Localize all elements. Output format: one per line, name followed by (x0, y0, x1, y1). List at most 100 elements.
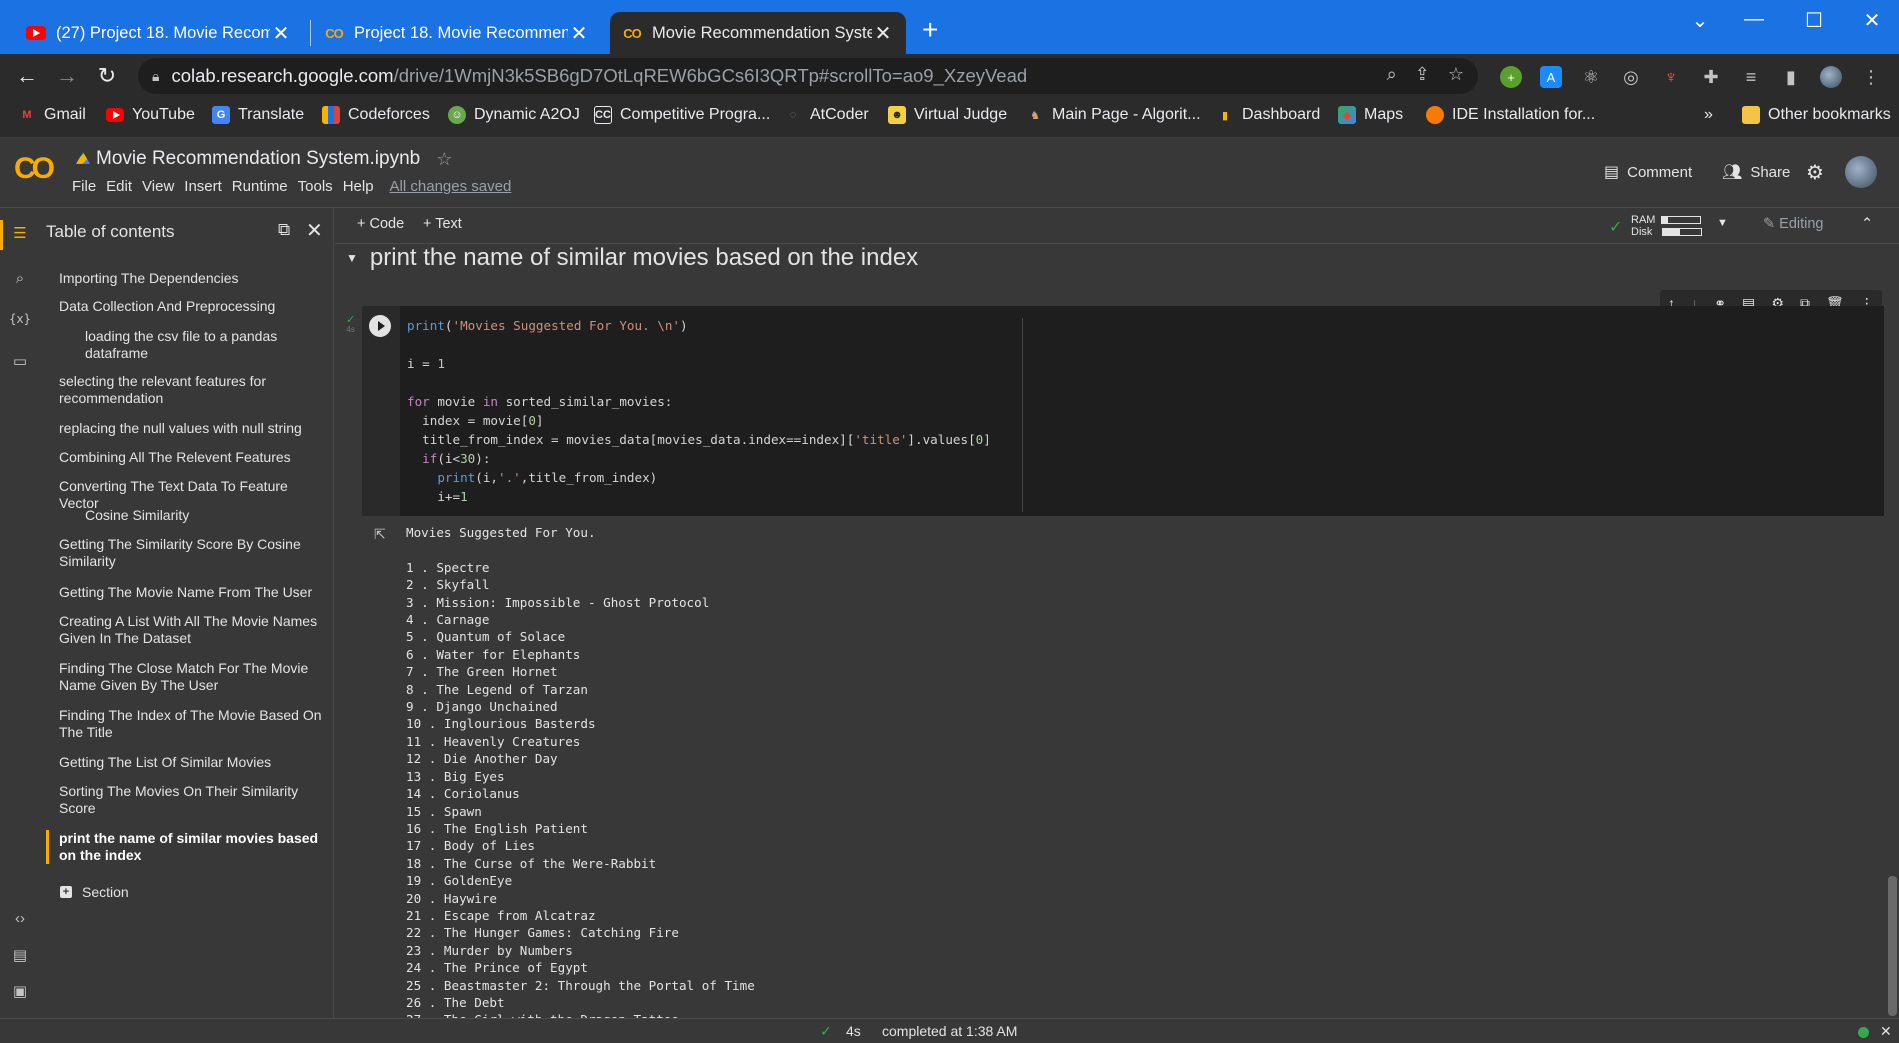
side-panel-icon[interactable]: ▮ (1780, 66, 1802, 88)
resources-dropdown-icon[interactable]: ▼ (1717, 217, 1728, 229)
forward-icon[interactable]: → (54, 63, 80, 89)
settings-gear-icon[interactable]: ⚙ (1806, 160, 1824, 185)
status-completed[interactable]: completed at 1:38 AM (882, 1023, 1017, 1039)
toc-item[interactable]: Cosine Similarity (59, 507, 309, 524)
code-snippets-icon[interactable]: ‹› (8, 910, 32, 927)
add-code-cell-button[interactable]: + Code (357, 216, 404, 232)
minimize-icon[interactable]: — (1734, 8, 1774, 31)
table-of-contents-icon[interactable]: ☰ (8, 224, 32, 242)
close-status-icon[interactable]: ✕ (1880, 1023, 1892, 1040)
zoom-search-icon[interactable]: ⌕ (1387, 64, 1397, 85)
menu-runtime[interactable]: Runtime (232, 178, 296, 195)
other-bookmarks-folder[interactable]: Other bookmarks (1742, 106, 1891, 124)
toc-item[interactable]: Importing The Dependencies (59, 270, 331, 287)
close-tab-icon[interactable]: ✕ (872, 21, 894, 46)
add-section-button[interactable]: + Section (60, 884, 129, 900)
bookmark-star-icon[interactable]: ☆ (1448, 64, 1464, 85)
bookmark-virtual-judge[interactable]: ☻ Virtual Judge (888, 106, 1007, 124)
menu-help[interactable]: Help (343, 178, 382, 195)
bookmark-youtube[interactable]: YouTube (106, 106, 195, 124)
address-bar[interactable]: 🔒︎ colab.research.google.com/drive/1WmjN… (138, 58, 1478, 94)
collapse-section-caret-icon[interactable]: ▼ (346, 251, 358, 265)
files-folder-icon[interactable]: ▭ (8, 352, 32, 370)
close-tab-icon[interactable]: ✕ (270, 21, 292, 46)
browser-tab-colab-1[interactable]: CO Project 18. Movie Recommendatio ✕ (312, 12, 602, 54)
tab-search-chevron-icon[interactable]: ⌄ (1680, 8, 1720, 33)
add-text-cell-button[interactable]: + Text (423, 216, 462, 232)
code-cell[interactable]: print('Movies Suggested For You. \n') i … (362, 306, 1884, 516)
browser-tab-colab-active[interactable]: CO Movie Recommendation System.i ✕ (610, 12, 906, 54)
share-page-icon[interactable]: ⇪ (1415, 64, 1430, 85)
toc-item[interactable]: replacing the null values with null stri… (59, 420, 331, 437)
comment-button[interactable]: ▤ Comment (1604, 162, 1692, 182)
run-cell-play-icon[interactable] (369, 315, 391, 337)
reading-list-icon[interactable]: ≡ (1740, 66, 1762, 88)
account-avatar[interactable] (1845, 156, 1877, 188)
toc-item[interactable]: selecting the relevant features for reco… (59, 373, 331, 407)
search-icon[interactable]: ⌕ (8, 270, 32, 287)
close-window-icon[interactable]: ✕ (1852, 8, 1892, 33)
menu-insert[interactable]: Insert (184, 178, 230, 195)
menu-file[interactable]: File (72, 178, 104, 195)
notebook-toolbar: + Code + Text ✓ RAM Disk ▼ ✎ Editing ⌃ (335, 208, 1899, 244)
reload-icon[interactable]: ↻ (94, 63, 120, 89)
open-in-tab-icon[interactable]: ⧉ (278, 220, 290, 240)
extension-react-icon[interactable]: ⚛ (1580, 66, 1602, 88)
toc-item[interactable]: Sorting The Movies On Their Similarity S… (59, 783, 331, 817)
share-button[interactable]: 👥︎ Share (1722, 162, 1790, 182)
new-tab-icon[interactable]: + (922, 14, 938, 46)
notebook-scrollbar[interactable] (1886, 244, 1899, 1018)
command-palette-icon[interactable]: ▤ (8, 946, 32, 964)
bookmark-translate[interactable]: G Translate (212, 106, 304, 124)
back-icon[interactable]: ← (14, 63, 40, 89)
menu-tools[interactable]: Tools (298, 178, 341, 195)
star-icon[interactable]: ☆ (436, 149, 452, 170)
toc-item-current[interactable]: print the name of similar movies based o… (59, 830, 331, 864)
close-tab-icon[interactable]: ✕ (568, 21, 590, 46)
extensions-puzzle-icon[interactable]: ✚ (1700, 66, 1722, 88)
toc-item[interactable]: Getting The Movie Name From The User (59, 584, 331, 601)
bookmark-competitive-programming[interactable]: CC Competitive Progra... (594, 106, 770, 124)
browser-tab-youtube[interactable]: (27) Project 18. Movie Recommen ✕ (14, 12, 304, 54)
collapse-header-icon[interactable]: ⌃ (1861, 216, 1873, 232)
bookmark-codeforces[interactable]: Codeforces (322, 106, 430, 124)
scrollbar-thumb[interactable] (1888, 876, 1897, 1016)
editing-mode-button[interactable]: ✎ Editing (1763, 216, 1824, 232)
colab-logo[interactable]: CO (14, 152, 55, 186)
toc-item[interactable]: loading the csv file to a pandas datafra… (59, 328, 309, 362)
menu-view[interactable]: View (142, 178, 182, 195)
toc-item[interactable]: Creating A List With All The Movie Names… (59, 613, 331, 647)
toc-item[interactable]: Getting The List Of Similar Movies (59, 754, 331, 771)
toc-item[interactable]: Data Collection And Preprocessing (59, 298, 331, 315)
variables-icon[interactable]: {x} (8, 312, 32, 326)
toc-item[interactable]: Finding The Close Match For The Movie Na… (59, 660, 331, 694)
notebook-title[interactable]: Movie Recommendation System.ipynb (96, 148, 420, 170)
save-status-link[interactable]: All changes saved (390, 178, 520, 195)
extension-fire-icon[interactable]: ♆ (1660, 66, 1682, 88)
extension-plus-icon[interactable]: + (1500, 66, 1522, 88)
resources-indicator[interactable]: RAM Disk (1631, 214, 1703, 238)
pencil-icon: ✎ (1763, 216, 1776, 232)
bookmark-atcoder[interactable]: ◌ AtCoder (784, 106, 869, 124)
bookmark-gmail[interactable]: M Gmail (18, 106, 85, 124)
bookmark-maps[interactable]: ◆ Maps (1338, 106, 1403, 124)
translate-icon: G (212, 106, 230, 124)
menu-edit[interactable]: Edit (106, 178, 140, 195)
maximize-icon[interactable]: ☐ (1794, 8, 1834, 33)
bookmark-ide-installation[interactable]: IDE Installation for... (1426, 106, 1595, 124)
close-panel-icon[interactable]: ✕ (306, 218, 323, 243)
output-actions-icon[interactable]: ⇱ (374, 526, 386, 543)
bookmark-a2oj[interactable]: ☺ Dynamic A2OJ (448, 106, 580, 124)
extension-target-icon[interactable]: ◎ (1620, 66, 1642, 88)
profile-avatar[interactable] (1820, 66, 1842, 88)
code-editor[interactable]: print('Movies Suggested For You. \n') i … (407, 316, 991, 506)
toc-item[interactable]: Getting The Similarity Score By Cosine S… (59, 536, 331, 570)
bookmark-algorithmist[interactable]: ♞ Main Page - Algorit... (1026, 106, 1200, 124)
toc-item[interactable]: Combining All The Relevent Features (59, 449, 331, 466)
terminal-icon[interactable]: ▣ (8, 982, 32, 1000)
toc-item[interactable]: Finding The Index of The Movie Based On … (59, 707, 331, 741)
browser-menu-icon[interactable]: ⋮ (1860, 66, 1882, 88)
bookmark-dashboard[interactable]: ▮ Dashboard (1216, 106, 1320, 124)
bookmarks-overflow-button[interactable]: » (1704, 106, 1713, 124)
extension-appstore-icon[interactable]: A (1540, 66, 1562, 88)
